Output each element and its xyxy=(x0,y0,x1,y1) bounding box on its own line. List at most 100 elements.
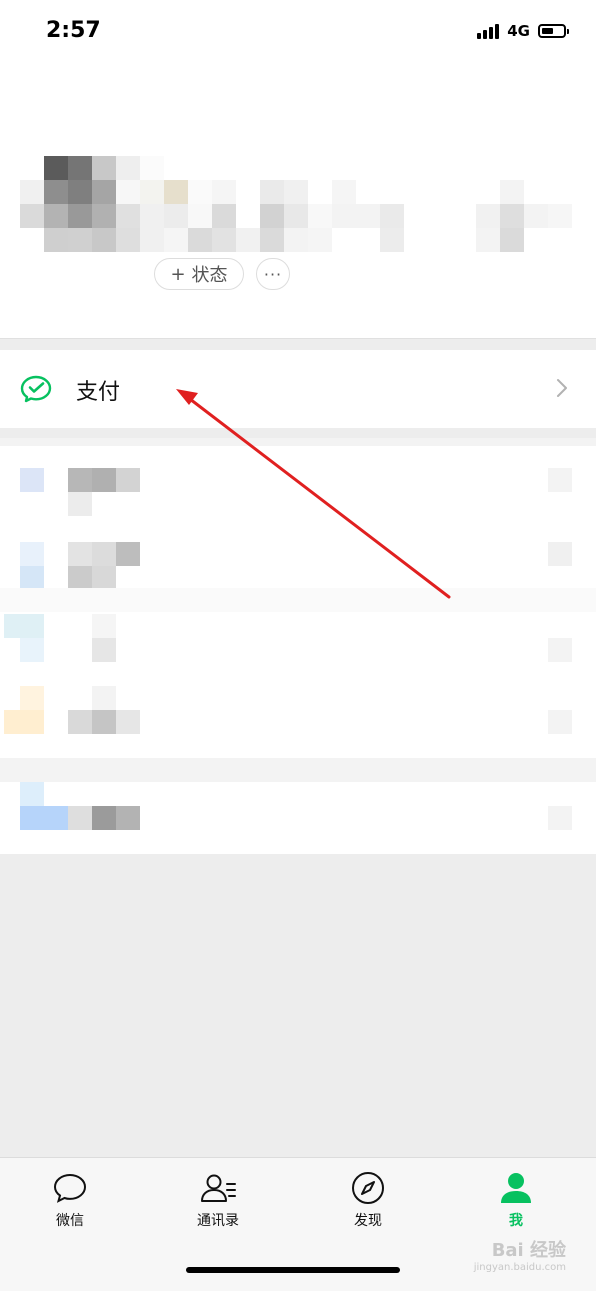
mosaic-cell xyxy=(140,180,164,204)
mosaic-cell xyxy=(524,132,548,156)
mosaic-cell xyxy=(476,132,500,156)
mosaic-cell xyxy=(452,132,476,156)
tab-contacts-label: 通讯录 xyxy=(197,1213,239,1229)
mosaic-cell xyxy=(92,180,116,204)
mosaic-cell xyxy=(236,156,260,180)
mosaic-cell xyxy=(356,132,380,156)
mosaic-cell xyxy=(548,204,572,228)
blurred-list-block xyxy=(548,806,572,830)
menu-item-pay[interactable]: 支付 xyxy=(0,350,596,428)
mosaic-cell xyxy=(140,132,164,156)
mosaic-cell xyxy=(380,180,404,204)
mosaic-cell xyxy=(404,180,428,204)
mosaic-cell xyxy=(284,132,308,156)
blurred-list-block xyxy=(92,806,116,830)
mosaic-cell xyxy=(452,228,476,252)
mosaic-cell xyxy=(260,180,284,204)
mosaic-cell xyxy=(428,156,452,180)
mosaic-cell xyxy=(404,156,428,180)
blurred-list-block xyxy=(548,542,572,566)
mosaic-cell xyxy=(140,156,164,180)
mosaic-cell xyxy=(548,132,572,156)
mosaic-cell xyxy=(332,132,356,156)
blurred-list-block xyxy=(0,758,596,782)
mosaic-cell xyxy=(68,156,92,180)
mosaic-cell xyxy=(380,132,404,156)
status-bar: 2:57 4G xyxy=(0,0,596,70)
blurred-list-block xyxy=(92,542,116,566)
mosaic-cell xyxy=(44,180,68,204)
mosaic-cell xyxy=(476,228,500,252)
status-indicators: 4G xyxy=(477,22,569,40)
blurred-list-block xyxy=(92,638,116,662)
mosaic-cell xyxy=(332,180,356,204)
tab-chats-label: 微信 xyxy=(56,1213,84,1229)
mosaic-cell xyxy=(188,156,212,180)
mosaic-cell xyxy=(164,156,188,180)
watermark: Bai 经验 xyxy=(491,1240,566,1261)
blurred-list-block xyxy=(68,710,92,734)
mosaic-cell xyxy=(164,228,188,252)
blurred-list-block xyxy=(92,566,116,590)
mosaic-cell xyxy=(356,204,380,228)
mosaic-cell xyxy=(284,156,308,180)
mosaic-cell xyxy=(308,228,332,252)
mosaic-cell xyxy=(476,180,500,204)
blurred-list-block xyxy=(20,686,44,710)
mosaic-cell xyxy=(500,132,524,156)
mosaic-cell xyxy=(212,180,236,204)
mosaic-cell xyxy=(68,204,92,228)
mosaic-cell xyxy=(308,180,332,204)
status-button-label: 状态 xyxy=(191,265,228,286)
mosaic-cell xyxy=(116,156,140,180)
mosaic-cell xyxy=(500,228,524,252)
mosaic-cell xyxy=(188,132,212,156)
mosaic-cell xyxy=(260,228,284,252)
mosaic-cell xyxy=(380,228,404,252)
mosaic-cell xyxy=(332,228,356,252)
more-button[interactable]: ··· xyxy=(256,258,290,290)
mosaic-cell xyxy=(428,132,452,156)
mosaic-cell xyxy=(500,180,524,204)
blurred-list-block xyxy=(20,638,44,662)
blurred-profile-info xyxy=(20,132,580,258)
tab-contacts[interactable]: 通讯录 xyxy=(168,1170,268,1230)
mosaic-cell xyxy=(20,180,44,204)
mosaic-cell xyxy=(212,228,236,252)
add-status-button[interactable]: + 状态 xyxy=(154,258,244,290)
mosaic-cell xyxy=(92,156,116,180)
contacts-icon xyxy=(201,1174,236,1202)
mosaic-cell xyxy=(212,156,236,180)
mosaic-cell xyxy=(524,180,548,204)
profile-header[interactable]: + 状态 ··· xyxy=(0,70,596,339)
mosaic-cell xyxy=(452,204,476,228)
blurred-list-block xyxy=(68,468,92,492)
blurred-list-block xyxy=(68,806,92,830)
mosaic-cell xyxy=(164,180,188,204)
home-indicator[interactable] xyxy=(186,1267,400,1273)
blurred-list-block xyxy=(92,710,116,734)
tab-me[interactable]: 我 xyxy=(466,1170,566,1230)
menu-item-pay-label: 支付 xyxy=(76,380,121,405)
mosaic-cell xyxy=(548,228,572,252)
blurred-list-block xyxy=(68,542,92,566)
mosaic-cell xyxy=(404,204,428,228)
compass-icon xyxy=(352,1172,384,1204)
tab-chats[interactable]: 微信 xyxy=(20,1170,120,1230)
mosaic-cell xyxy=(20,228,44,252)
mosaic-cell xyxy=(404,228,428,252)
battery-icon xyxy=(538,24,569,38)
mosaic-cell xyxy=(44,228,68,252)
signal-icon xyxy=(477,23,500,39)
blurred-list-block xyxy=(20,566,44,590)
plus-icon: + xyxy=(170,263,186,285)
blurred-list-block xyxy=(68,492,92,516)
blurred-list-block xyxy=(548,468,572,492)
blurred-list-block xyxy=(548,638,572,662)
mosaic-cell xyxy=(308,132,332,156)
blurred-list-block xyxy=(92,686,116,710)
person-icon xyxy=(501,1173,531,1203)
tab-discover[interactable]: 发现 xyxy=(318,1170,418,1230)
mosaic-cell xyxy=(260,204,284,228)
blurred-list-block xyxy=(20,468,44,492)
